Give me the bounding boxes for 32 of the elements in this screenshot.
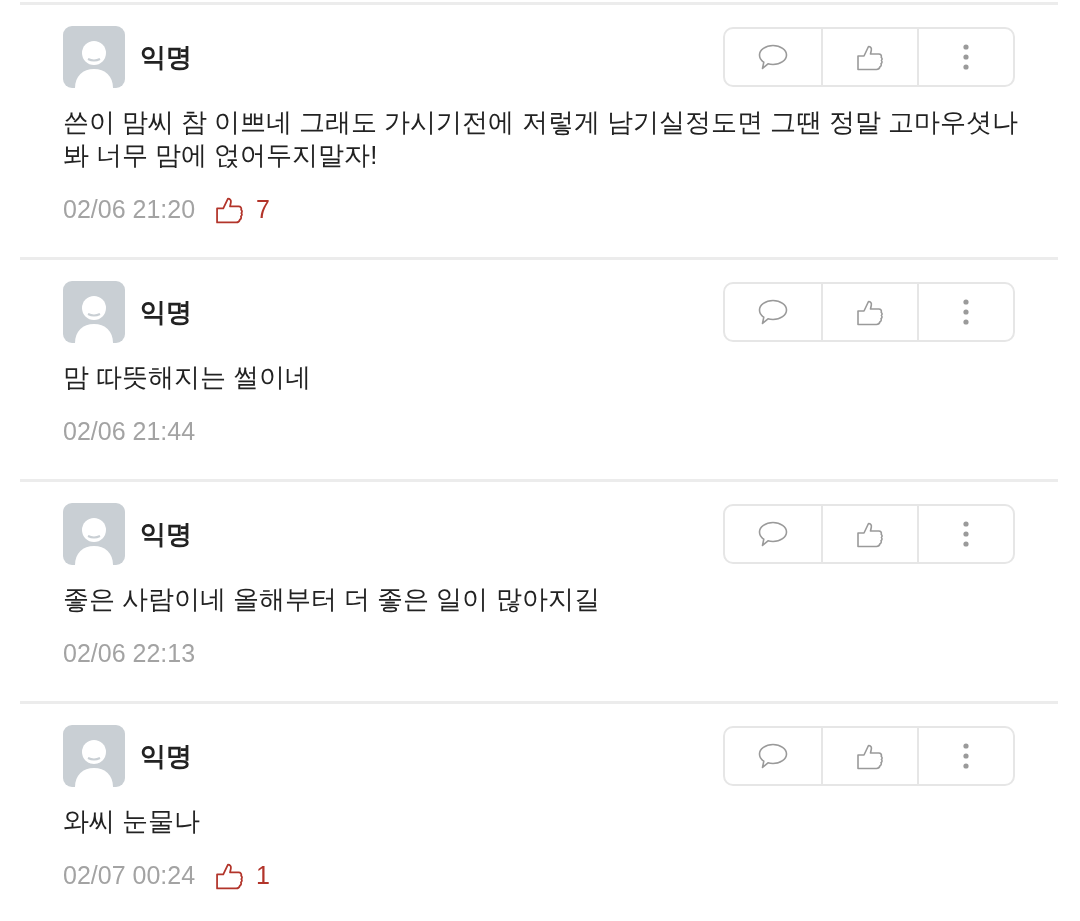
- author-name: 익명: [140, 740, 192, 772]
- author-name: 익명: [140, 518, 192, 550]
- speech-bubble-icon: [758, 299, 788, 325]
- comment-text: 쓴이 맘씨 참 이쁘네 그래도 가시기전에 저렇게 남기실정도면 그땐 정말 고마우셧나 봐 너무 맘에 얹어두지말자!: [63, 107, 1018, 171]
- more-icon: [963, 299, 969, 325]
- thumbs-up-icon: [215, 861, 245, 890]
- thumbs-up-icon: [856, 520, 884, 548]
- comment-time: 02/07 00:24: [63, 860, 196, 891]
- speech-bubble-icon: [758, 743, 788, 769]
- avatar-icon: [63, 281, 125, 343]
- thumbs-up-icon: [215, 195, 245, 224]
- thumbs-up-icon: [856, 742, 884, 770]
- avatar-icon: [63, 503, 125, 565]
- like-count: 7: [256, 194, 270, 225]
- comment-time: 02/06 21:44: [63, 416, 196, 447]
- comment-text: 맘 따뜻해지는 썰이네: [63, 362, 313, 393]
- more-icon: [963, 44, 969, 70]
- comment-text: 좋은 사람이네 올해부터 더 좋은 일이 많아지길: [63, 584, 601, 615]
- thumbs-up-icon: [856, 298, 884, 326]
- author-name: 익명: [140, 41, 192, 73]
- speech-bubble-icon: [758, 44, 788, 70]
- more-icon: [963, 521, 969, 547]
- comment-time: 02/06 21:20: [63, 194, 196, 225]
- like-count: 1: [256, 860, 270, 891]
- speech-bubble-icon: [758, 521, 788, 547]
- thumbs-up-icon: [856, 43, 884, 71]
- comment-text: 와씨 눈물나: [63, 806, 202, 837]
- more-icon: [963, 743, 969, 769]
- avatar-icon: [63, 26, 125, 88]
- author-name: 익명: [140, 296, 192, 328]
- comment-time: 02/06 22:13: [63, 638, 196, 669]
- avatar-icon: [63, 725, 125, 787]
